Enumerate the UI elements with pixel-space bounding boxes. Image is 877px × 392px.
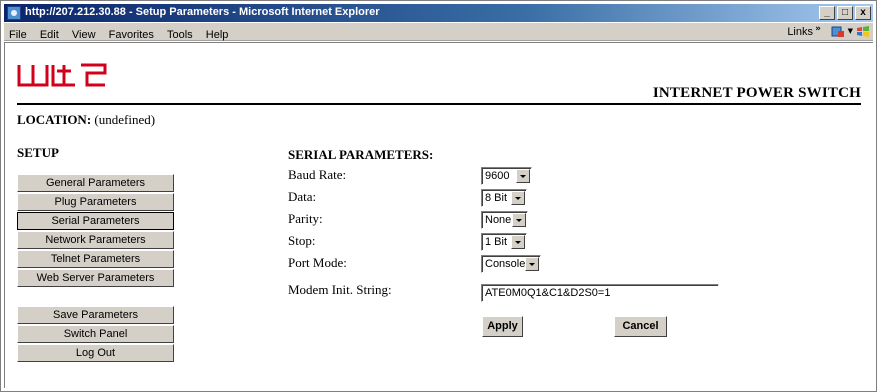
parity-label: Parity: (288, 211, 323, 226)
maximize-button[interactable]: □ (837, 6, 853, 20)
dropdown-arrow-icon[interactable] (516, 169, 530, 183)
location-line: LOCATION: (undefined) (17, 112, 155, 128)
toolbar-tool-icon[interactable] (831, 25, 845, 38)
stop-label: Stop: (288, 233, 316, 248)
page-content: wti INTERNET POWER SWITCH LOCATION: (und… (4, 42, 873, 388)
menu-edit[interactable]: Edit (36, 26, 63, 41)
serial-parameters-heading: SERIAL PARAMETERS: (288, 147, 434, 162)
modem-init-string-input[interactable]: ATE0M0Q1&C1&D2S0=1 (481, 284, 719, 302)
parity-value: None (485, 214, 512, 226)
menu-tools[interactable]: Tools (163, 26, 197, 41)
serial-parameters-button[interactable]: Serial Parameters (17, 212, 174, 230)
window-title: http://207.212.30.88 - Setup Parameters … (25, 6, 380, 18)
wti-logo (17, 63, 107, 87)
apply-button[interactable]: Apply (482, 316, 523, 337)
dropdown-arrow-icon[interactable] (511, 235, 525, 249)
menu-favorites[interactable]: Favorites (105, 26, 158, 41)
menu-file[interactable]: File (4, 26, 31, 41)
ie-page-icon (7, 6, 21, 20)
web-server-parameters-button[interactable]: Web Server Parameters (17, 269, 174, 287)
dropdown-arrow-icon[interactable]: ▼ (848, 27, 853, 35)
window-controls: _ □ x (819, 6, 871, 20)
product-name: INTERNET POWER SWITCH (652, 85, 861, 101)
switch-panel-button[interactable]: Switch Panel (17, 325, 174, 343)
browser-window: http://207.212.30.88 - Setup Parameters … (0, 0, 877, 392)
menu-view[interactable]: View (68, 26, 100, 41)
dropdown-arrow-icon[interactable] (512, 213, 526, 227)
data-select[interactable]: 8 Bit (481, 189, 527, 207)
port-mode-select[interactable]: Console (481, 255, 541, 273)
chevron-icon[interactable]: » (815, 24, 821, 34)
minimize-button[interactable]: _ (819, 6, 835, 20)
log-out-button[interactable]: Log Out (17, 344, 174, 362)
menu-bar: File Edit View Favorites Tools Help Link… (4, 23, 873, 41)
save-parameters-button[interactable]: Save Parameters (17, 306, 174, 324)
location-label: LOCATION: (17, 112, 92, 127)
cancel-button[interactable]: Cancel (614, 316, 667, 337)
menu-help[interactable]: Help (202, 26, 233, 41)
baud-rate-value: 9600 (485, 170, 510, 182)
title-bar: http://207.212.30.88 - Setup Parameters … (4, 4, 873, 22)
stop-value: 1 Bit (485, 236, 508, 248)
baud-rate-select[interactable]: 9600 (481, 167, 532, 185)
header-divider (17, 103, 861, 105)
network-parameters-button[interactable]: Network Parameters (17, 231, 174, 249)
close-button[interactable]: x (855, 6, 871, 20)
plug-parameters-button[interactable]: Plug Parameters (17, 193, 174, 211)
telnet-parameters-button[interactable]: Telnet Parameters (17, 250, 174, 268)
general-parameters-button[interactable]: General Parameters (17, 174, 174, 192)
links-toolbar[interactable]: Links (787, 26, 813, 38)
port-mode-value: Console (485, 258, 526, 270)
parity-select[interactable]: None (481, 211, 528, 229)
baud-rate-label: Baud Rate: (288, 167, 347, 182)
dropdown-arrow-icon[interactable] (525, 257, 539, 271)
port-mode-label: Port Mode: (288, 255, 347, 270)
windows-logo-icon (857, 26, 869, 37)
dropdown-arrow-icon[interactable] (511, 191, 525, 205)
stop-select[interactable]: 1 Bit (481, 233, 527, 251)
setup-heading: SETUP (17, 145, 59, 160)
data-value: 8 Bit (485, 192, 508, 204)
data-label: Data: (288, 189, 317, 204)
modem-init-label: Modem Init. String: (288, 282, 392, 297)
location-value: (undefined) (94, 112, 156, 127)
